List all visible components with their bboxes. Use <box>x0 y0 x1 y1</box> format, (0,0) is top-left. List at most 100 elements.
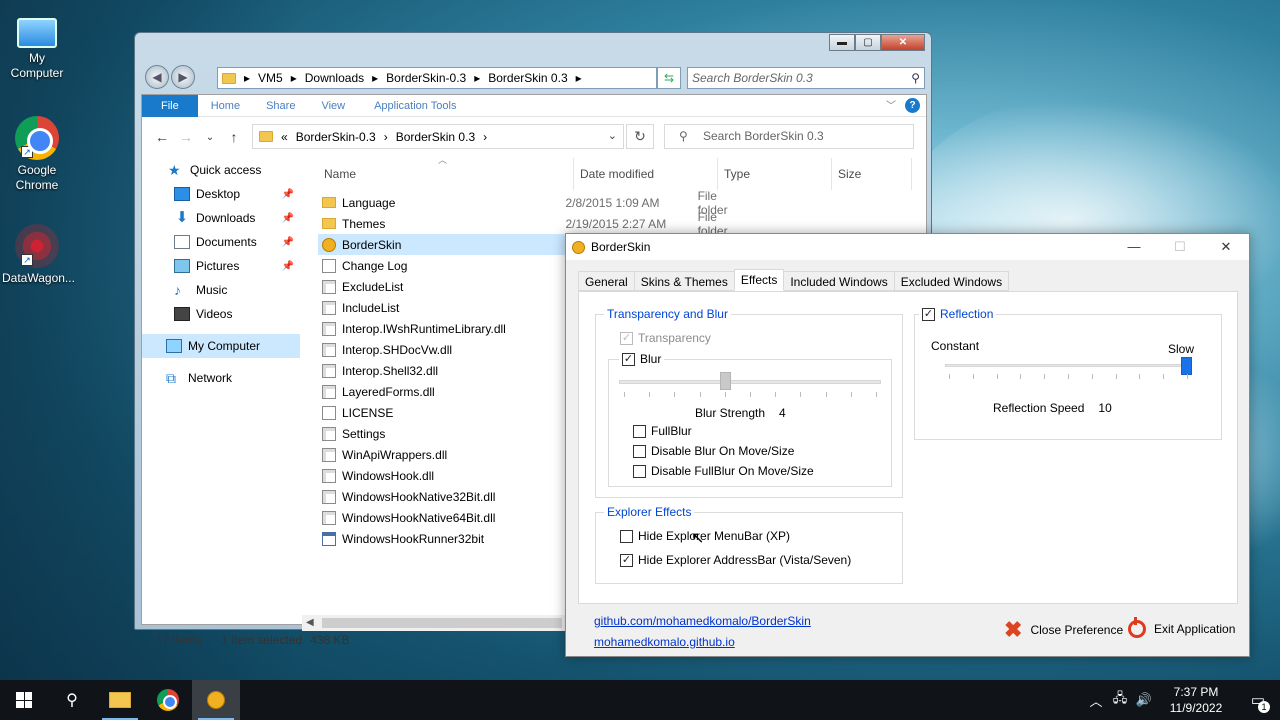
close-button[interactable]: ✕ <box>881 34 925 51</box>
desktop-icon-chrome[interactable]: ↗ Google Chrome <box>2 116 72 193</box>
checkbox-box[interactable]: ✓ <box>922 307 935 321</box>
checkbox-box[interactable]: ✓ <box>620 553 633 567</box>
help-icon[interactable]: ? <box>905 98 920 113</box>
network-icon[interactable]: 🖧 <box>1108 689 1132 711</box>
blur-slider-track[interactable] <box>619 380 881 384</box>
slider-tick <box>1187 374 1188 379</box>
desktop-icon-datawagon[interactable]: ↗ DataWagon... <box>2 224 75 286</box>
checkbox-box[interactable] <box>633 444 646 458</box>
column-header-size[interactable]: Size <box>832 158 912 190</box>
checkbox-box[interactable] <box>620 529 633 543</box>
nav-item-network[interactable]: ⧉ Network <box>142 366 300 390</box>
nav-item-videos[interactable]: Videos <box>142 302 300 326</box>
tab-view[interactable]: View <box>308 95 358 117</box>
tab-file[interactable]: File <box>142 94 198 117</box>
nav-item-desktop[interactable]: Desktop 📌 <box>142 182 300 206</box>
taskbar-borderskin[interactable] <box>192 680 240 720</box>
tab-included-windows[interactable]: Included Windows <box>783 271 895 291</box>
legacy-search-box[interactable]: Search BorderSkin 0.3 ⚲ <box>687 67 925 89</box>
blur-checkbox[interactable]: ✓ Blur <box>619 352 665 366</box>
nav-item-music[interactable]: ♪ Music <box>142 278 300 302</box>
legacy-back-button[interactable]: ◀ <box>145 65 169 89</box>
nav-item-downloads[interactable]: ⬇ Downloads 📌 <box>142 206 300 230</box>
legacy-refresh-button[interactable]: ⇆ <box>657 67 681 89</box>
close-x-icon: ✖ <box>1004 617 1023 642</box>
hide-menubar-checkbox[interactable]: Hide Explorer MenuBar (XP) <box>620 529 790 543</box>
address-segment[interactable]: BorderSkin-0.3 <box>296 130 376 144</box>
disable-blur-checkbox[interactable]: Disable Blur On Move/Size <box>633 444 794 458</box>
legacy-address-bar[interactable]: ▸ VM5 ▸ Downloads ▸ BorderSkin-0.3 ▸ Bor… <box>217 67 657 89</box>
desktop-icon-my-computer[interactable]: My Computer <box>2 10 72 81</box>
reflection-slider-thumb[interactable] <box>1181 357 1192 375</box>
taskbar-chrome[interactable] <box>144 680 192 720</box>
nav-item-documents[interactable]: Documents 📌 <box>142 230 300 254</box>
chrome-icon <box>157 689 179 711</box>
minimize-button[interactable]: — <box>1111 234 1157 260</box>
nav-label: Pictures <box>196 259 240 273</box>
website-link[interactable]: mohamedkomalo.github.io <box>594 632 811 653</box>
maximize-button[interactable]: ▢ <box>855 34 881 51</box>
address-segment[interactable]: BorderSkin 0.3 <box>396 130 475 144</box>
address-segment[interactable]: VM5 <box>258 71 283 85</box>
tab-home[interactable]: Home <box>198 95 253 117</box>
close-button[interactable]: ✕ <box>1203 234 1249 260</box>
reflection-slider-track[interactable] <box>945 364 1191 367</box>
address-segment[interactable]: BorderSkin 0.3 <box>488 71 567 85</box>
start-button[interactable] <box>0 680 48 720</box>
power-icon <box>1128 617 1146 638</box>
nav-item-my-computer[interactable]: My Computer <box>142 334 300 358</box>
column-header-type[interactable]: Type <box>718 158 832 190</box>
scroll-thumb[interactable] <box>322 618 562 628</box>
blur-slider-thumb[interactable] <box>719 372 731 390</box>
column-header-date[interactable]: Date modified <box>574 158 718 190</box>
back-arrow-icon[interactable]: ← <box>150 129 174 145</box>
search-button[interactable]: ⚲ <box>48 680 96 720</box>
checkbox-box[interactable] <box>633 424 646 438</box>
checkbox-label: Hide Explorer MenuBar (XP) <box>638 529 791 543</box>
address-segment[interactable]: Downloads <box>305 71 364 85</box>
disable-fullblur-checkbox[interactable]: Disable FullBlur On Move/Size <box>633 464 814 478</box>
nav-item-quick-access[interactable]: ★ Quick access <box>142 158 300 182</box>
tab-general[interactable]: General <box>578 271 635 291</box>
address-segment[interactable]: BorderSkin-0.3 <box>386 71 466 85</box>
show-hidden-icons-icon[interactable]: ︿ <box>1084 691 1108 710</box>
address-dropdown-icon[interactable]: ⌄ <box>608 129 617 142</box>
expand-ribbon-icon[interactable]: ﹀ <box>886 97 896 112</box>
horizontal-scrollbar[interactable]: ◀ <box>302 615 572 631</box>
taskbar-file-explorer[interactable] <box>96 680 144 720</box>
checkbox-box[interactable] <box>633 464 646 478</box>
forward-arrow-icon[interactable]: → <box>174 129 198 145</box>
up-arrow-icon[interactable]: ↑ <box>222 129 246 145</box>
tab-effects[interactable]: Effects <box>733 269 785 291</box>
blur-strength-readout: Blur Strength 4 <box>695 406 786 420</box>
reflection-checkbox[interactable]: ✓ Reflection <box>919 307 997 321</box>
column-header-name[interactable]: Name <box>318 158 574 190</box>
file-row[interactable]: Language 2/8/2015 1:09 AM File folder <box>318 189 748 217</box>
refresh-icon[interactable]: ↻ <box>626 124 654 149</box>
scroll-left-icon[interactable]: ◀ <box>306 615 314 631</box>
recent-locations-icon[interactable]: ⌄ <box>198 132 222 143</box>
github-link[interactable]: github.com/mohamedkomalo/BorderSkin <box>594 611 811 632</box>
legacy-forward-button[interactable]: ▶ <box>171 65 195 89</box>
address-overflow[interactable]: « <box>281 130 288 144</box>
search-box[interactable]: ⚲ Search BorderSkin 0.3 <box>664 124 914 149</box>
fullblur-checkbox[interactable]: FullBlur <box>633 424 692 438</box>
tab-excluded-windows[interactable]: Excluded Windows <box>893 271 1010 291</box>
tab-application-tools[interactable]: Application Tools <box>361 95 469 117</box>
exit-application-button[interactable]: Exit Application <box>1128 617 1235 638</box>
address-bar[interactable]: « BorderSkin-0.3 › BorderSkin 0.3 › ⌄ <box>252 124 624 149</box>
file-explorer-icon <box>109 692 131 708</box>
action-center-button[interactable]: ▭ 1 <box>1236 691 1280 713</box>
file-row[interactable]: Themes 2/19/2015 2:27 AM File folder <box>318 210 748 238</box>
tab-share[interactable]: Share <box>253 95 308 117</box>
close-preference-button[interactable]: ✖ Close Preference <box>1004 617 1123 642</box>
file-name: Interop.Shell32.dll <box>342 363 439 378</box>
slider-tick <box>972 374 974 379</box>
minimize-button[interactable]: ▬ <box>829 34 855 51</box>
hide-addressbar-checkbox[interactable]: ✓ Hide Explorer AddressBar (Vista/Seven) <box>620 553 851 567</box>
volume-icon[interactable]: 🔊 <box>1132 692 1156 708</box>
tab-skins-themes[interactable]: Skins & Themes <box>633 271 735 291</box>
nav-item-pictures[interactable]: Pictures 📌 <box>142 254 300 278</box>
clock[interactable]: 7:37 PM 11/9/2022 <box>1156 684 1236 716</box>
checkbox-box[interactable]: ✓ <box>622 352 635 366</box>
